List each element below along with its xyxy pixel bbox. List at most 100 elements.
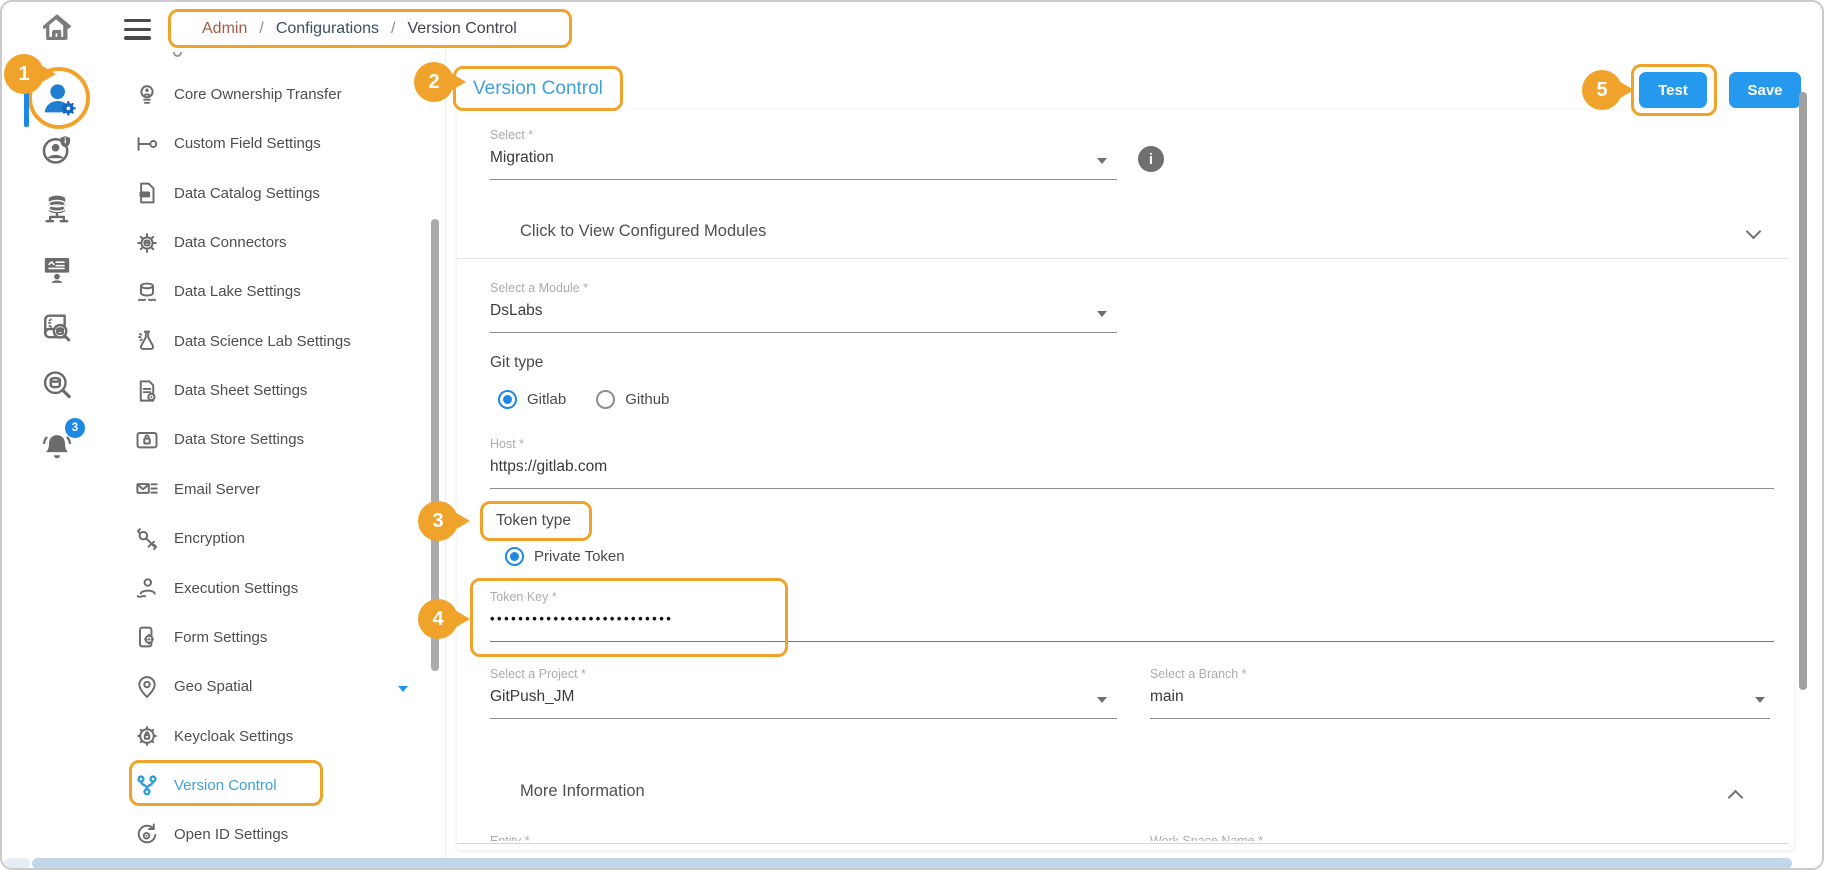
breadcrumb-admin[interactable]: Admin [202, 20, 247, 38]
breadcrumb-configurations[interactable]: Configurations [276, 20, 379, 38]
breadcrumb-separator: / [391, 20, 395, 38]
page-title: Version Control [473, 78, 603, 100]
audit-log-icon[interactable] [40, 312, 74, 346]
module-dropdown[interactable]: Select a Module * DsLabs [490, 281, 1117, 333]
sidebar-item-encryption[interactable]: Encryption [102, 514, 432, 563]
sidebar-item-label: Encryption [174, 530, 245, 547]
keycloak-icon [134, 723, 160, 749]
sidebar-item-label: Form Settings [174, 629, 267, 646]
version-control-icon [134, 772, 160, 798]
data-lake-icon [134, 279, 160, 305]
test-button[interactable]: Test [1639, 72, 1707, 108]
horizontal-scrollbar[interactable] [32, 858, 1792, 869]
sidebar-item-form-settings[interactable]: Form Settings [102, 613, 432, 662]
user-policy-icon[interactable] [40, 133, 74, 167]
database-network-icon[interactable] [40, 192, 74, 226]
select-value: Migration [490, 149, 1117, 167]
annotation-5: 5 [1582, 70, 1622, 110]
sidebar-item-core-ownership-transfer[interactable]: Core Ownership Transfer [102, 70, 432, 119]
chevron-down-icon[interactable] [1755, 697, 1765, 703]
info-icon[interactable]: i [1138, 146, 1164, 172]
clipped-field-label: Work Space Name * [1150, 832, 1450, 841]
sidebar-item-geo-spatial[interactable]: Geo Spatial [102, 662, 432, 711]
sidebar-item-label: Keycloak Settings [174, 728, 293, 745]
host-label: Host * [490, 437, 1774, 451]
more-information-label[interactable]: More Information [520, 782, 645, 801]
horizontal-scrollbar-track[interactable] [4, 858, 30, 869]
sidebar-item-keycloak-settings[interactable]: Keycloak Settings [102, 712, 432, 761]
private-token-radio[interactable] [505, 547, 524, 566]
sidebar-item-label: Data Lake Settings [174, 283, 301, 300]
catalog-icon [134, 180, 160, 206]
chevron-down-icon[interactable] [1097, 697, 1107, 703]
sidebar-item-label: Custom Field Settings [174, 135, 321, 152]
divider [457, 843, 1789, 844]
sidebar-item-label: Version Control [174, 777, 277, 794]
home-icon[interactable] [40, 10, 74, 44]
sidebar-item-version-control[interactable]: Version Control [102, 761, 432, 810]
sidebar-item-label: Email Server [174, 481, 260, 498]
chevron-down-icon[interactable] [1097, 311, 1107, 317]
host-input[interactable]: Host * https://gitlab.com [490, 437, 1774, 489]
training-icon[interactable] [40, 252, 74, 286]
sidebar-item-data-lake-settings[interactable]: Data Lake Settings [102, 267, 432, 316]
project-value: GitPush_JM [490, 688, 1117, 706]
select-label: Select * [490, 128, 1117, 142]
sidebar-item-data-science-lab-settings[interactable]: Data Science Lab Settings [102, 317, 432, 366]
data-search-icon[interactable] [40, 368, 74, 402]
token-key-masked-value: •••••••••••••••••••••••••• [490, 611, 1774, 626]
clipped-field-label: Entity * [490, 832, 790, 841]
annotation-1: 1 [4, 54, 44, 94]
token-type-radio-group: Private Token [505, 547, 625, 566]
select-dropdown[interactable]: Select * Migration [490, 128, 1117, 180]
sidebar-item-label: Geo Spatial [174, 678, 252, 695]
project-dropdown[interactable]: Select a Project * GitPush_JM [490, 667, 1117, 719]
module-label: Select a Module * [490, 281, 1117, 295]
execution-icon [134, 575, 160, 601]
sidebar-item-open-id-settings[interactable]: Open ID Settings [102, 810, 432, 859]
page-scrollbar[interactable] [1799, 92, 1807, 690]
menu-icon[interactable] [124, 19, 151, 45]
sidebar-item-data-store-settings[interactable]: Data Store Settings [102, 415, 432, 464]
sidebar-item-data-catalog-settings[interactable]: Data Catalog Settings [102, 169, 432, 218]
project-label: Select a Project * [490, 667, 1117, 681]
sidebar-item-data-connectors[interactable]: Data Connectors [102, 218, 432, 267]
encryption-icon [134, 526, 160, 552]
sidebar-item-data-sheet-settings[interactable]: Data Sheet Settings [102, 366, 432, 415]
gitlab-radio[interactable] [498, 390, 517, 409]
token-type-label: Token type [496, 512, 571, 530]
token-key-input[interactable]: Token Key * •••••••••••••••••••••••••• [490, 590, 1774, 642]
branch-dropdown[interactable]: Select a Branch * main [1150, 667, 1770, 719]
sidebar-divider [445, 50, 446, 860]
sidebar-item-label: Data Store Settings [174, 431, 304, 448]
branch-label: Select a Branch * [1150, 667, 1770, 681]
data-sheet-icon [134, 378, 160, 404]
git-type-label: Git type [490, 354, 543, 372]
modules-expander-label[interactable]: Click to View Configured Modules [520, 222, 766, 241]
chevron-down-icon[interactable] [398, 686, 408, 692]
openid-icon [134, 822, 160, 848]
app-window: Admin / Configurations / Version Control… [0, 0, 1824, 870]
form-icon [134, 624, 160, 650]
breadcrumb: Admin / Configurations / Version Control [168, 9, 572, 48]
clipped-icon [173, 52, 182, 57]
sidebar-item-label: Data Science Lab Settings [174, 333, 351, 350]
token-key-label: Token Key * [490, 590, 1774, 604]
host-value: https://gitlab.com [490, 458, 1774, 476]
sidebar-item-execution-settings[interactable]: Execution Settings [102, 564, 432, 613]
geo-icon [134, 674, 160, 700]
breadcrumb-separator: / [259, 20, 263, 38]
email-server-icon [134, 476, 160, 502]
branch-value: main [1150, 688, 1770, 706]
sidebar-item-label: Core Ownership Transfer [174, 86, 342, 103]
sidebar-item-label: Open ID Settings [174, 826, 288, 843]
ownership-icon [134, 82, 160, 108]
sidebar-item-email-server[interactable]: Email Server [102, 465, 432, 514]
github-radio[interactable] [596, 390, 615, 409]
chevron-down-icon[interactable] [1097, 158, 1107, 164]
connectors-icon [134, 230, 160, 256]
custom-field-icon [134, 131, 160, 157]
sidebar-item-custom-field-settings[interactable]: Custom Field Settings [102, 119, 432, 168]
save-button[interactable]: Save [1729, 72, 1801, 108]
module-value: DsLabs [490, 302, 1117, 320]
